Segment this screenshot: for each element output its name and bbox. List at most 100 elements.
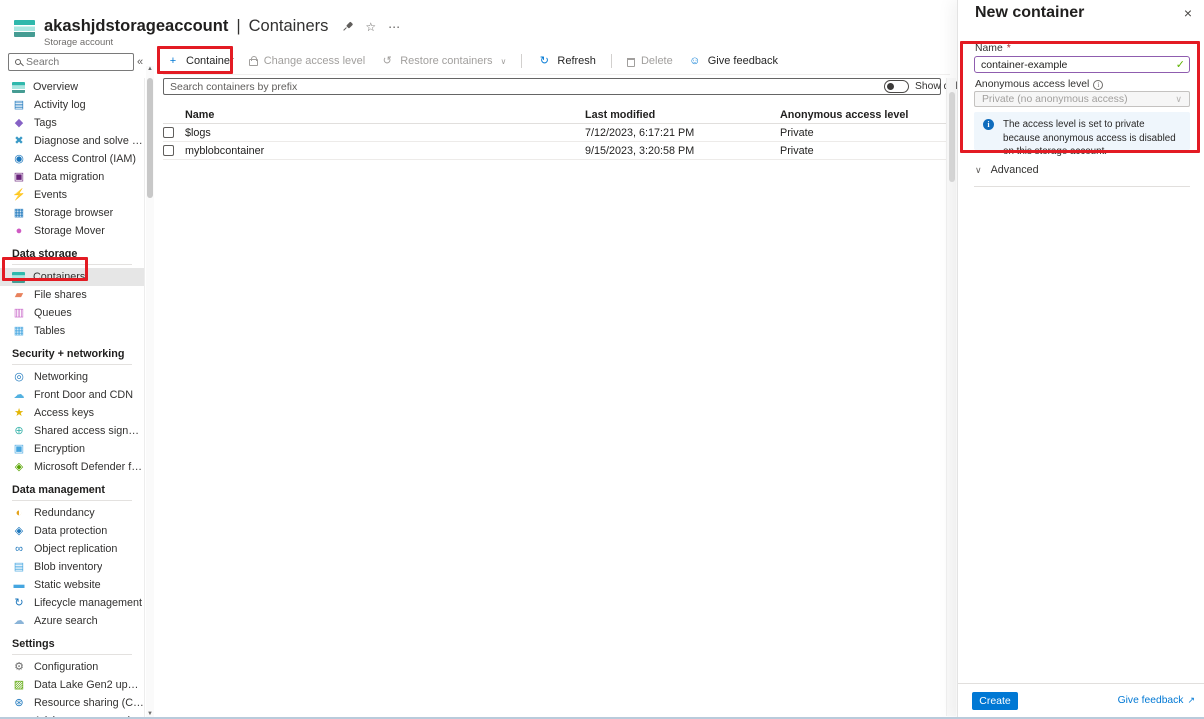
sidebar-item-shared-access-signature[interactable]: ⊕ Shared access signature — [0, 422, 144, 440]
sidebar-item-static-website[interactable]: ▬ Static website — [0, 576, 144, 594]
sidebar-item-front-door-and-cdn[interactable]: ☁ Front Door and CDN — [0, 386, 144, 404]
favorite-icon[interactable]: ☆ — [365, 20, 376, 34]
sidebar-item-redundancy[interactable]: ◐ Redundancy — [0, 504, 144, 522]
sidebar-item-data-lake-gen2-upgrade[interactable]: ▨ Data Lake Gen2 upgrade — [0, 676, 144, 694]
sidebar-item-events[interactable]: ⚡ Events — [0, 186, 144, 204]
valid-check-icon: ✓ — [1175, 59, 1185, 71]
sidebar-item-microsoft-defender-for-cloud[interactable]: ◈ Microsoft Defender for Cloud — [0, 458, 144, 476]
container-name-input[interactable] — [974, 56, 1190, 73]
sidebar-item-label: Tags — [34, 117, 57, 129]
sidebar-item-object-replication[interactable]: ∞ Object replication — [0, 540, 144, 558]
chevron-down-icon: ∨ — [1175, 93, 1182, 104]
page-title: akashjdstorageaccount | Containers ☆ ⋯ — [44, 17, 401, 36]
sidebar-item-encryption[interactable]: ▣ Encryption — [0, 440, 144, 458]
advanced-label: Advanced — [990, 164, 1039, 176]
delete-button[interactable]: Delete — [626, 55, 673, 67]
info-icon: i — [983, 119, 994, 130]
name-field-label: Name * — [975, 43, 1011, 54]
account-name: akashjdstorageaccount — [44, 17, 229, 35]
panel-divider — [974, 186, 1190, 187]
sidebar-item-file-shares[interactable]: ▰ File shares — [0, 286, 144, 304]
info-text: The access level is set to private becau… — [1003, 119, 1176, 158]
scrollbar-thumb[interactable] — [147, 78, 153, 198]
container-button[interactable]: + Container — [166, 55, 234, 67]
sidebar-item-tables[interactable]: ▦ Tables — [0, 322, 144, 340]
access-level-dropdown[interactable]: Private (no anonymous access) ∨ — [974, 91, 1190, 107]
sidebar-item-label: Tables — [34, 325, 66, 337]
column-header-name[interactable]: Name — [185, 109, 585, 121]
sidebar-item-lifecycle-management[interactable]: ↻ Lifecycle management — [0, 594, 144, 612]
info-box: i The access level is set to private bec… — [974, 112, 1190, 157]
show-deleted-toggle[interactable] — [884, 80, 909, 93]
sidebar-item-overview[interactable]: Overview — [0, 78, 144, 96]
sidebar-item-data-migration[interactable]: ▣ Data migration — [0, 168, 144, 186]
containers-icon — [12, 271, 25, 283]
events-icon: ⚡ — [12, 188, 26, 201]
chevron-down-icon: ∨ — [500, 56, 507, 66]
collapse-sidebar-button[interactable]: « — [137, 56, 143, 68]
toolbar-button-label: Refresh — [557, 55, 596, 67]
table-header-row: Name Last modified Anonymous access leve… — [163, 106, 950, 124]
lock-icon — [248, 56, 258, 66]
sidebar-item-activity-log[interactable]: ▤ Activity log — [0, 96, 144, 114]
scrollbar-thumb[interactable] — [949, 92, 955, 182]
give-feedback-link[interactable]: Give feedback ↗ — [1118, 695, 1195, 706]
undo-icon: ↺ — [382, 54, 392, 67]
sidebar-item-access-keys[interactable]: ★ Access keys — [0, 404, 144, 422]
sidebar-item-label: Azure search — [34, 615, 98, 627]
sidebar-item-label: Front Door and CDN — [34, 389, 134, 401]
sidebar-item-storage-browser[interactable]: ▦ Storage browser — [0, 204, 144, 222]
change-access-level-button[interactable]: Change access level — [248, 55, 365, 67]
main-scrollbar[interactable] — [946, 78, 956, 716]
sidebar-item-label: Access Control (IAM) — [34, 153, 136, 165]
queues-icon: ▥ — [13, 306, 25, 319]
refresh-button[interactable]: ↻ Refresh — [537, 55, 596, 67]
sidebar-item-queues[interactable]: ▥ Queues — [0, 304, 144, 322]
scroll-up-icon[interactable]: ▲ — [146, 66, 154, 72]
sidebar-search[interactable] — [8, 53, 134, 71]
sidebar-item-storage-mover[interactable]: ● Storage Mover — [0, 222, 144, 240]
close-icon[interactable]: × — [1184, 5, 1192, 21]
storage-account-icon — [14, 20, 35, 37]
sidebar-item-configuration[interactable]: ⚙ Configuration — [0, 658, 144, 676]
sidebar-item-diagnose-and-solve-problems[interactable]: ✖ Diagnose and solve problems — [0, 132, 144, 150]
sidebar-item-containers[interactable]: Containers — [0, 268, 144, 286]
create-button[interactable]: Create — [972, 692, 1018, 710]
redundancy-icon: ◐ — [15, 506, 23, 519]
title-section: Containers — [248, 17, 329, 35]
access-level-value: Private (no anonymous access) — [982, 93, 1128, 105]
pin-icon[interactable] — [340, 19, 356, 35]
restore-containers-button[interactable]: ↺ Restore containers ∨ — [380, 54, 507, 67]
info-tooltip-icon[interactable]: i — [1093, 79, 1104, 90]
sidebar-item-azure-search[interactable]: ☁ Azure search — [0, 612, 144, 630]
row-checkbox[interactable] — [163, 145, 174, 156]
column-header-last-modified[interactable]: Last modified — [585, 109, 780, 121]
sidebar-item-blob-inventory[interactable]: ▤ Blob inventory — [0, 558, 144, 576]
container-prefix-search-input[interactable] — [163, 78, 941, 95]
sidebar-item-label: Shared access signature — [34, 425, 144, 437]
access-level: Private — [780, 144, 814, 157]
toolbar: + Container Change access level ↺ Restore co… — [166, 48, 778, 74]
sidebar-item-label: Static website — [34, 579, 101, 591]
table-row[interactable]: myblobcontainer 9/15/2023, 3:20:58 PM Priv… — [163, 142, 950, 160]
sidebar-item-networking[interactable]: ◎ Networking — [0, 368, 144, 386]
give-feedback-button[interactable]: ☺ Give feedback — [688, 55, 778, 67]
sidebar-scrollbar[interactable]: ▲ ▼ — [146, 66, 154, 717]
advanced-toggle[interactable]: ∨ Advanced — [975, 164, 1039, 176]
toolbar-divider-line — [163, 74, 950, 75]
sidebar-search-input[interactable] — [26, 56, 116, 68]
sidebar-item-access-control-iam[interactable]: ◉ Access Control (IAM) — [0, 150, 144, 168]
required-asterisk: * — [1006, 43, 1011, 54]
sidebar-item-tags[interactable]: ◆ Tags — [0, 114, 144, 132]
sidebar-item-label: Encryption — [34, 443, 86, 455]
diagnose-icon: ✖ — [14, 134, 24, 147]
row-checkbox[interactable] — [163, 127, 174, 138]
sidebar-item-label: Resource sharing (CORS) — [34, 697, 144, 709]
sidebar-item-data-protection[interactable]: ◈ Data protection — [0, 522, 144, 540]
column-header-access-level[interactable]: Anonymous access level — [780, 109, 950, 121]
toolbar-button-label: Delete — [640, 55, 673, 67]
more-icon[interactable]: ⋯ — [388, 20, 401, 34]
sidebar-item-resource-sharing-cors[interactable]: ⊛ Resource sharing (CORS) — [0, 694, 144, 712]
access-level-label: Anonymous access level i — [975, 79, 1104, 90]
table-row[interactable]: $logs 7/12/2023, 6:17:21 PM Private — [163, 124, 950, 142]
